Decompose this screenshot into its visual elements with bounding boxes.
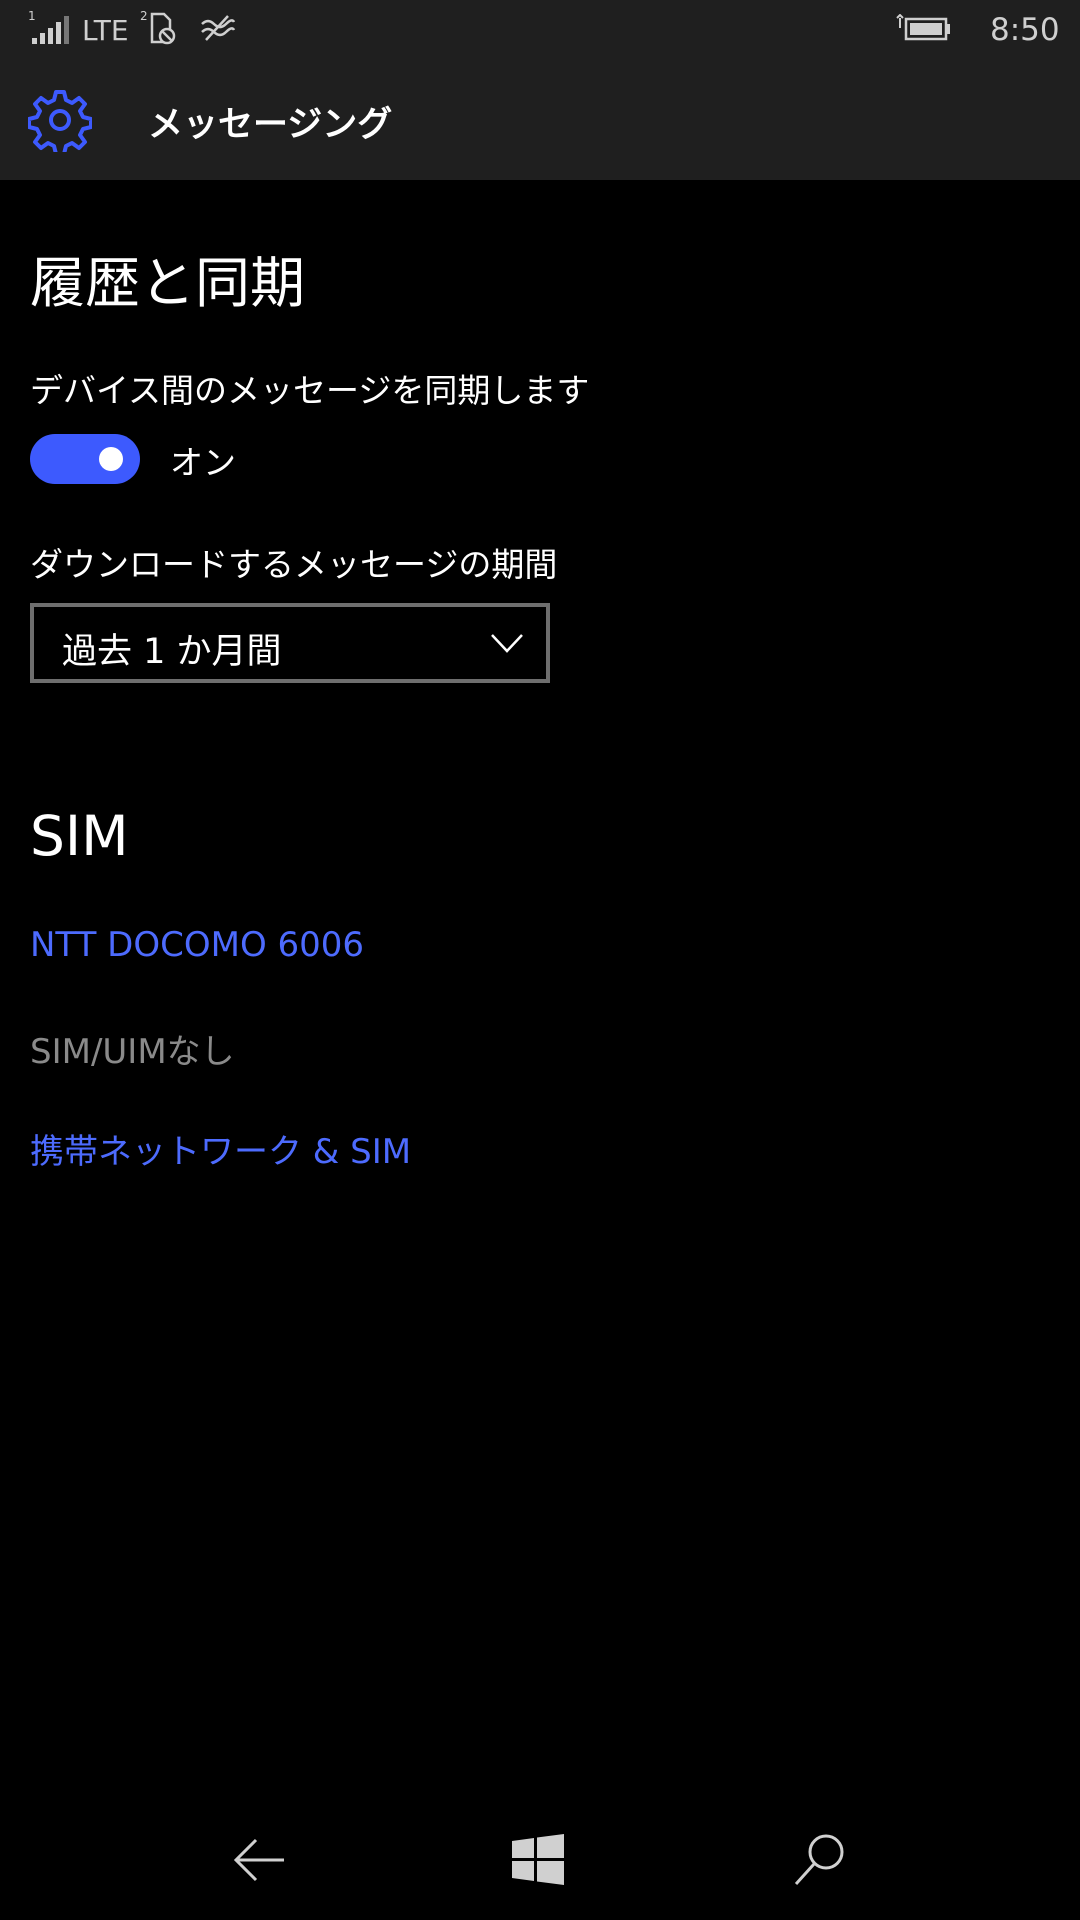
status-bar: 1 LTE 2 8:50 (0, 0, 1080, 60)
signal-icon: 1 (28, 10, 69, 44)
chevron-down-icon (491, 634, 523, 653)
sim2-icon: 2 (140, 9, 176, 45)
gear-icon (28, 90, 92, 152)
network-type: LTE (82, 14, 129, 47)
app-header: メッセージング (0, 60, 1080, 180)
sync-toggle-state: オン (170, 443, 236, 482)
wifi-off-icon (201, 15, 236, 41)
download-period-dropdown[interactable]: 過去 1 か月間 (30, 603, 550, 683)
download-period-label: ダウンロードするメッセージの期間 (30, 545, 558, 584)
clock: 8:50 (990, 12, 1060, 48)
sim2-indicator: 2 (140, 9, 148, 23)
carrier-link[interactable]: NTT DOCOMO 6006 (30, 925, 364, 965)
back-arrow-icon[interactable] (230, 1830, 290, 1890)
page-title: メッセージング (148, 105, 393, 145)
battery-icon (896, 14, 950, 41)
toggle-knob (99, 447, 123, 471)
cellular-sim-link[interactable]: 携帯ネットワーク & SIM (30, 1124, 411, 1173)
sim2-status: SIM/UIMなし (30, 1032, 235, 1072)
sync-label: デバイス間のメッセージを同期します (30, 371, 590, 410)
windows-logo-icon[interactable] (508, 1830, 568, 1890)
sim1-indicator: 1 (28, 10, 36, 23)
section-heading-history-sync: 履歴と同期 (30, 251, 306, 315)
search-icon[interactable] (790, 1830, 850, 1890)
section-heading-sim: SIM (30, 804, 129, 868)
download-period-value: 過去 1 か月間 (62, 632, 282, 672)
sync-toggle[interactable] (30, 434, 140, 484)
